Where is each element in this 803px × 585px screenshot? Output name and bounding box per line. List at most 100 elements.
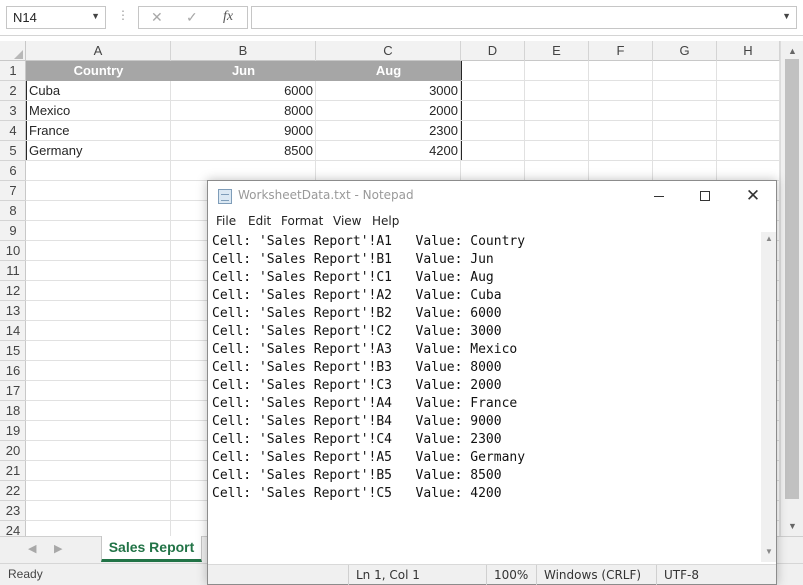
row-header-23[interactable]: 23 [0,501,26,521]
row-header-9[interactable]: 9 [0,221,26,241]
menu-help[interactable]: Help [372,214,399,228]
line-endings: Windows (CRLF) [544,568,642,582]
insert-function-button[interactable]: fx [223,9,233,25]
sheet-tab-sales-report[interactable]: Sales Report [101,536,202,562]
column-header-d[interactable]: D [461,41,525,61]
row-header-8[interactable]: 8 [0,201,26,221]
expand-formula-icon[interactable]: ▼ [782,11,791,21]
row-header-6[interactable]: 6 [0,161,26,181]
table-cell[interactable]: Mexico [26,101,171,121]
row-header-5[interactable]: 5 [0,141,26,161]
status-divider [348,565,349,585]
text-line: Cell: 'Sales Report'!C2 Value: 3000 [212,324,502,339]
table-cell[interactable]: 2300 [316,121,461,141]
row-header-2[interactable]: 2 [0,81,26,101]
menu-view[interactable]: View [333,214,361,228]
table-cell[interactable]: 2000 [316,101,461,121]
formula-input[interactable]: ▼ [251,6,797,29]
text-line: Cell: 'Sales Report'!C3 Value: 2000 [212,378,502,393]
table-cell[interactable]: France [26,121,171,141]
chevron-down-icon[interactable]: ▼ [91,11,100,21]
vertical-scrollbar[interactable]: ▲ ▼ [780,41,803,536]
row-header-17[interactable]: 17 [0,381,26,401]
row-header-15[interactable]: 15 [0,341,26,361]
column-header-a[interactable]: A [26,41,171,61]
close-button[interactable]: ✕ [730,181,776,211]
formula-buttons: ✕ ✓ fx [138,6,248,29]
text-line: Cell: 'Sales Report'!A3 Value: Mexico [212,342,518,357]
cancel-icon[interactable]: ✕ [151,9,163,26]
name-box-value: N14 [13,10,37,25]
table-cell[interactable]: 4200 [316,141,461,161]
row-header-14[interactable]: 14 [0,321,26,341]
table-cell[interactable]: 8500 [171,141,316,161]
minimize-icon [654,195,664,197]
table-cell[interactable]: Germany [26,141,171,161]
formula-bar-splitter[interactable]: ⋮ [117,8,129,22]
cursor-position: Ln 1, Col 1 [356,568,420,582]
encoding: UTF-8 [664,568,699,582]
table-cell[interactable]: 3000 [316,81,461,101]
table-header-cell[interactable]: Aug [316,61,461,81]
table-cell[interactable]: 9000 [171,121,316,141]
scroll-up-icon[interactable]: ▲ [788,46,797,56]
column-header-g[interactable]: G [653,41,717,61]
text-line: Cell: 'Sales Report'!C4 Value: 2300 [212,432,502,447]
text-line: Cell: 'Sales Report'!A1 Value: Country [212,234,526,249]
row-header-12[interactable]: 12 [0,281,26,301]
column-header-e[interactable]: E [525,41,589,61]
row-header-1[interactable]: 1 [0,61,26,81]
row-header-22[interactable]: 22 [0,481,26,501]
row-header-11[interactable]: 11 [0,261,26,281]
column-header-c[interactable]: C [316,41,461,61]
row-header-19[interactable]: 19 [0,421,26,441]
tab-prev-icon[interactable]: ◀ [28,542,36,555]
scroll-up-icon[interactable]: ▲ [765,234,773,243]
column-header-h[interactable]: H [717,41,780,61]
status-divider [536,565,537,585]
tab-next-icon[interactable]: ▶ [54,542,62,555]
text-line: Cell: 'Sales Report'!C5 Value: 4200 [212,486,502,501]
minimize-button[interactable] [636,181,682,211]
row-header-20[interactable]: 20 [0,441,26,461]
text-line: Cell: 'Sales Report'!C1 Value: Aug [212,270,494,285]
table-cell[interactable]: Cuba [26,81,171,101]
notepad-window: WorksheetData.txt - Notepad ✕ File Edit Fo… [207,180,777,585]
enter-icon[interactable]: ✓ [186,9,198,26]
notepad-status-bar: Ln 1, Col 1 100% Windows (CRLF) UTF-8 [208,564,776,585]
row-header-24[interactable]: 24 [0,521,26,536]
text-line: Cell: 'Sales Report'!B1 Value: Jun [212,252,494,267]
table-cell[interactable]: 6000 [171,81,316,101]
row-header-13[interactable]: 13 [0,301,26,321]
maximize-button[interactable] [682,181,728,211]
row-header-7[interactable]: 7 [0,181,26,201]
scroll-down-icon[interactable]: ▼ [788,521,797,531]
row-header-21[interactable]: 21 [0,461,26,481]
menu-format[interactable]: Format [281,214,323,228]
status-divider [656,565,657,585]
column-header-b[interactable]: B [171,41,316,61]
name-box[interactable]: N14 ▼ [6,6,106,29]
notepad-menubar: File Edit Format View Help [208,211,776,232]
scrollbar-thumb[interactable] [785,59,799,499]
table-cell[interactable]: 8000 [171,101,316,121]
text-line: Cell: 'Sales Report'!A4 Value: France [212,396,518,411]
notepad-vertical-scrollbar[interactable]: ▲ ▼ [761,232,776,562]
menu-file[interactable]: File [216,214,236,228]
table-header-cell[interactable]: Jun [171,61,316,81]
menu-edit[interactable]: Edit [248,214,271,228]
maximize-icon [700,191,710,202]
row-header-16[interactable]: 16 [0,361,26,381]
row-header-10[interactable]: 10 [0,241,26,261]
row-header-4[interactable]: 4 [0,121,26,141]
notepad-titlebar[interactable]: WorksheetData.txt - Notepad ✕ [208,181,776,211]
select-all-button[interactable] [0,41,26,61]
table-header-cell[interactable]: Country [26,61,171,81]
formula-bar: N14 ▼ ⋮ ✕ ✓ fx ▼ [0,0,803,36]
scroll-down-icon[interactable]: ▼ [765,547,773,556]
text-line: Cell: 'Sales Report'!B2 Value: 6000 [212,306,502,321]
column-header-f[interactable]: F [589,41,653,61]
notepad-text-area[interactable]: Cell: 'Sales Report'!A1 Value: Country Ce… [208,232,761,562]
row-header-3[interactable]: 3 [0,101,26,121]
row-header-18[interactable]: 18 [0,401,26,421]
